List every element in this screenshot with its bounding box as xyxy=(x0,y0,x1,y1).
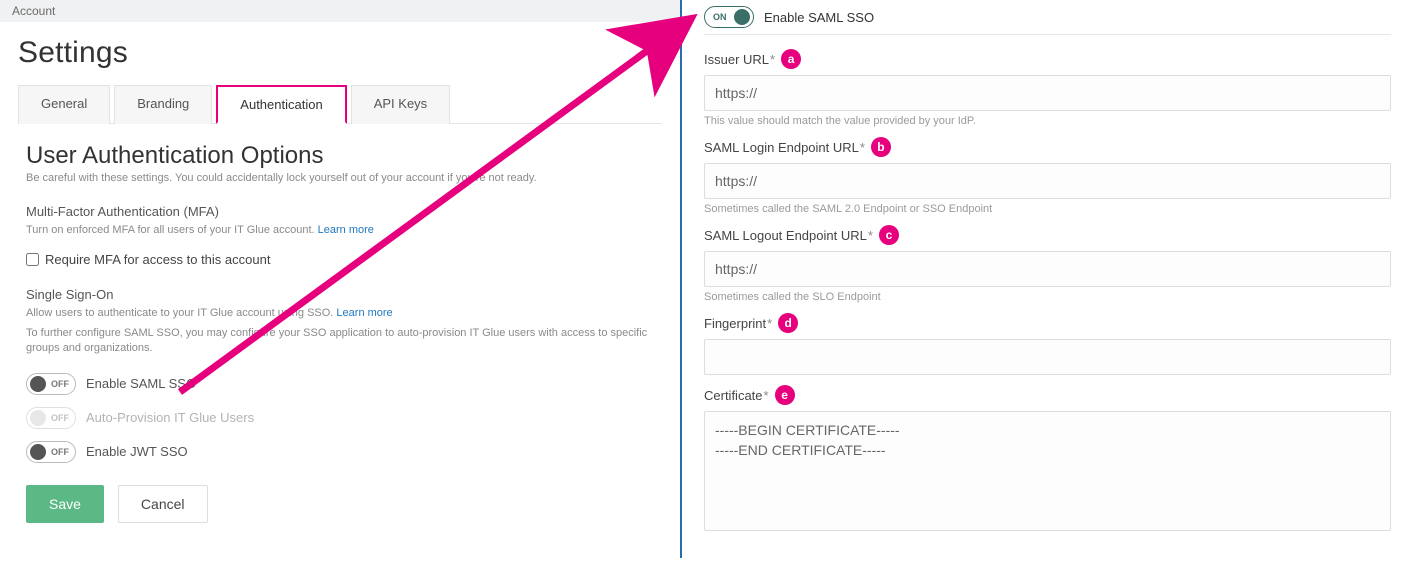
enable-jwt-sso-label: Enable JWT SSO xyxy=(86,444,188,459)
tabs: General Branding Authentication API Keys xyxy=(18,84,662,124)
fingerprint-label: Fingerprint xyxy=(704,316,766,331)
certificate-label: Certificate xyxy=(704,388,763,403)
sso-help-text-1: Allow users to authenticate to your IT G… xyxy=(26,306,658,321)
enable-saml-sso-label-right: Enable SAML SSO xyxy=(764,10,874,25)
login-endpoint-input[interactable] xyxy=(704,163,1391,199)
enable-saml-sso-row-right: a ON Enable SAML SSO xyxy=(704,6,1391,28)
marker-b: b xyxy=(871,137,891,157)
enable-jwt-sso-row: OFF Enable JWT SSO xyxy=(26,441,658,463)
divider xyxy=(704,34,1391,35)
certificate-textarea[interactable] xyxy=(704,411,1391,531)
require-mfa-checkbox[interactable] xyxy=(26,253,39,266)
logout-endpoint-group: SAML Logout Endpoint URL* c Sometimes ca… xyxy=(704,225,1391,303)
sso-help-text-2: To further configure SAML SSO, you may c… xyxy=(26,326,658,357)
cancel-button[interactable]: Cancel xyxy=(118,485,208,523)
auth-options-title: User Authentication Options xyxy=(26,142,658,170)
require-mfa-label: Require MFA for access to this account xyxy=(45,252,270,267)
issuer-url-input[interactable] xyxy=(704,75,1391,111)
tab-general[interactable]: General xyxy=(18,85,110,124)
require-mfa-checkbox-row[interactable]: Require MFA for access to this account xyxy=(26,252,658,267)
auto-provision-toggle: OFF xyxy=(26,407,76,429)
auto-provision-row: OFF Auto-Provision IT Glue Users xyxy=(26,407,658,429)
enable-saml-sso-toggle-on[interactable]: a ON xyxy=(704,6,754,28)
enable-saml-sso-toggle[interactable]: OFF xyxy=(26,373,76,395)
mfa-learn-more-link[interactable]: Learn more xyxy=(318,224,374,236)
page-title: Settings xyxy=(0,22,680,84)
enable-jwt-sso-toggle[interactable]: OFF xyxy=(26,441,76,463)
settings-panel: Account Settings General Branding Authen… xyxy=(0,0,680,558)
sso-heading: Single Sign-On xyxy=(26,287,658,302)
tab-branding[interactable]: Branding xyxy=(114,85,212,124)
logout-endpoint-label: SAML Logout Endpoint URL xyxy=(704,228,867,243)
login-endpoint-label: SAML Login Endpoint URL xyxy=(704,140,859,155)
marker-e: e xyxy=(775,385,795,405)
auto-provision-label: Auto-Provision IT Glue Users xyxy=(86,410,254,425)
logout-endpoint-input[interactable] xyxy=(704,251,1391,287)
marker-a: a xyxy=(781,49,801,69)
fingerprint-input[interactable] xyxy=(704,339,1391,375)
tab-api-keys[interactable]: API Keys xyxy=(351,85,450,124)
mfa-help-text: Turn on enforced MFA for all users of yo… xyxy=(26,223,658,238)
fingerprint-group: Fingerprint* d xyxy=(704,313,1391,375)
saml-config-panel: a ON Enable SAML SSO Issuer URL* a This … xyxy=(680,0,1405,558)
login-endpoint-hint: Sometimes called the SAML 2.0 Endpoint o… xyxy=(704,203,1391,215)
certificate-group: Certificate* e xyxy=(704,385,1391,534)
logout-endpoint-hint: Sometimes called the SLO Endpoint xyxy=(704,291,1391,303)
issuer-url-label: Issuer URL xyxy=(704,52,769,67)
marker-d: d xyxy=(778,313,798,333)
breadcrumb: Account xyxy=(0,0,680,22)
marker-c: c xyxy=(879,225,899,245)
mfa-heading: Multi-Factor Authentication (MFA) xyxy=(26,204,658,219)
enable-saml-sso-label: Enable SAML SSO xyxy=(86,376,196,391)
issuer-url-hint: This value should match the value provid… xyxy=(704,115,1391,127)
save-button[interactable]: Save xyxy=(26,485,104,523)
auth-options-subtitle: Be careful with these settings. You coul… xyxy=(26,172,658,184)
enable-saml-sso-row: OFF Enable SAML SSO xyxy=(26,373,658,395)
login-endpoint-group: SAML Login Endpoint URL* b Sometimes cal… xyxy=(704,137,1391,215)
tab-authentication[interactable]: Authentication xyxy=(216,85,346,124)
sso-learn-more-link[interactable]: Learn more xyxy=(336,307,392,319)
issuer-url-group: Issuer URL* a This value should match th… xyxy=(704,49,1391,127)
